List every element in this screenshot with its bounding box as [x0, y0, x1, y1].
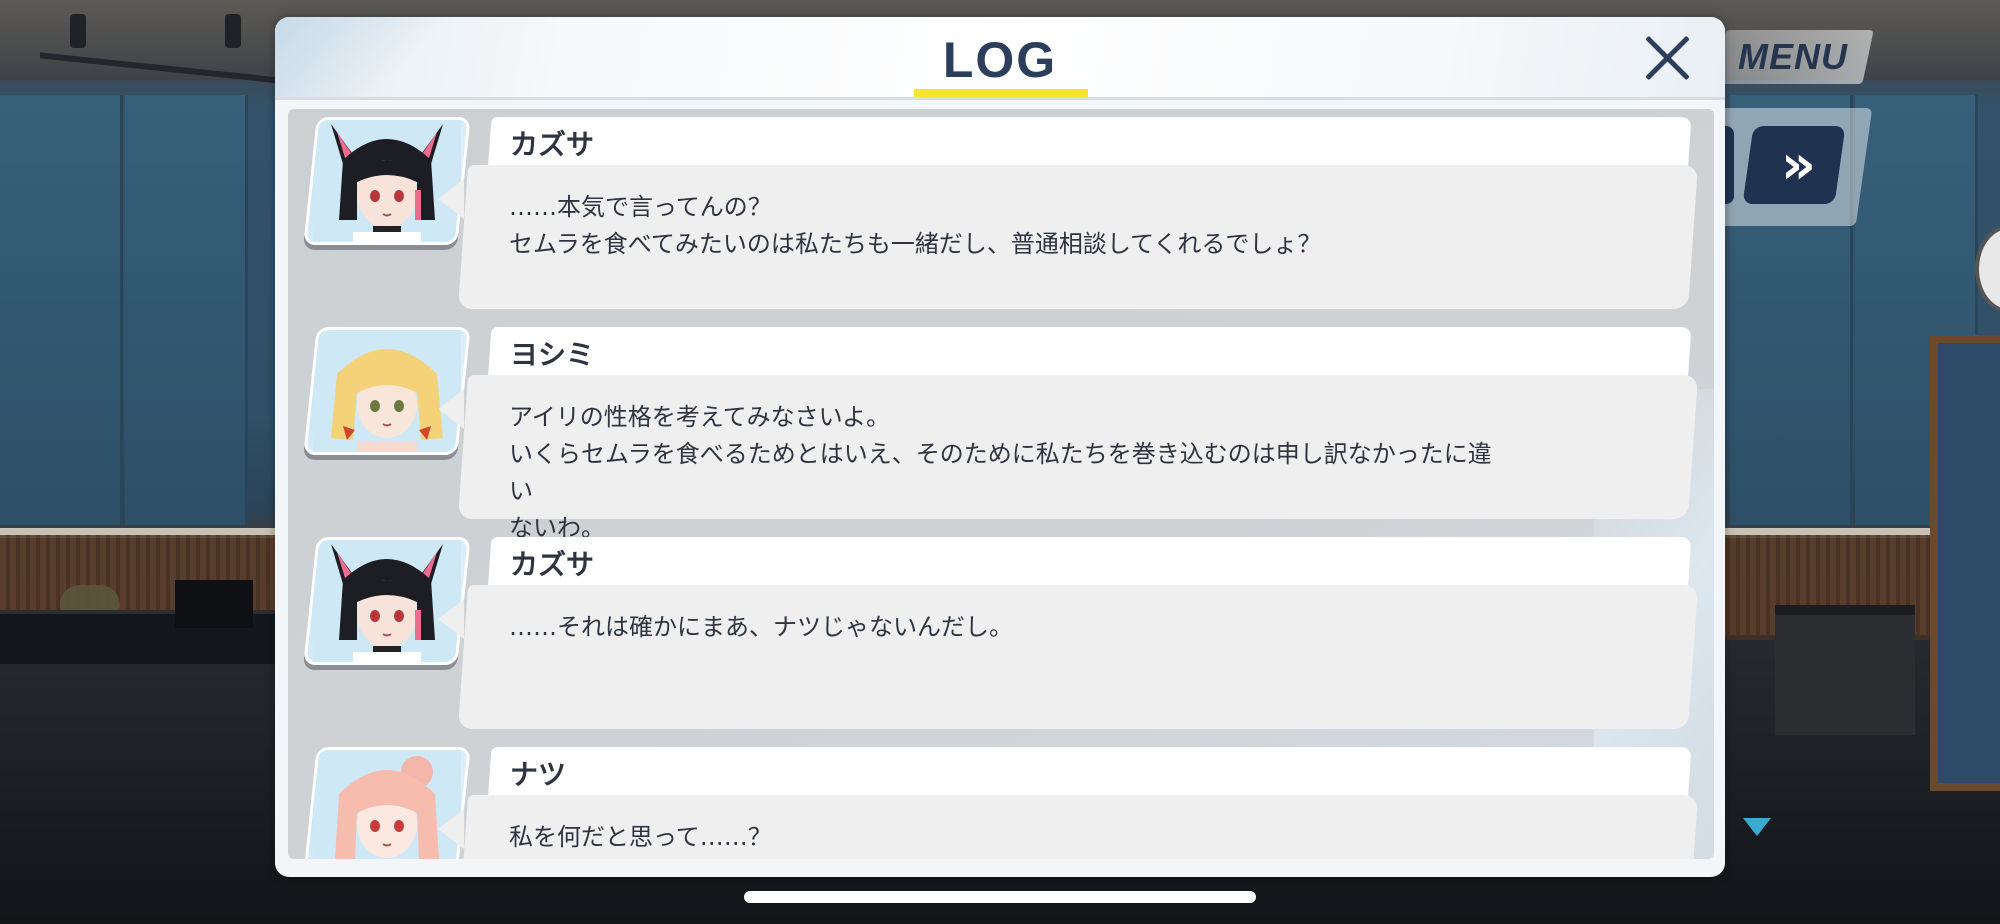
amplifier — [1775, 605, 1915, 735]
wall-clock — [1975, 225, 2000, 313]
title-underline — [914, 89, 1088, 97]
door — [1930, 335, 2000, 791]
speaker-name-box — [488, 327, 1692, 377]
fast-forward-button[interactable]: » — [1742, 126, 1846, 204]
speaker-name: ナツ — [510, 758, 567, 791]
speaker-name: ヨシミ — [510, 338, 595, 371]
speech-notch — [438, 179, 464, 219]
menu-button[interactable]: MENU — [1714, 30, 1874, 84]
log-list[interactable]: カズサ ……本気で言ってんの？ セムラを食べてみたいのは私たちも一緒だし、普通相… — [288, 109, 1714, 859]
message-box — [458, 585, 1699, 729]
speech-notch — [438, 599, 464, 639]
speaker-name-box — [488, 747, 1692, 797]
ceiling-lamp — [225, 14, 241, 48]
log-entry: カズサ ……それは確かにまあ、ナツじゃないんだし。 — [288, 529, 1714, 729]
home-indicator[interactable] — [744, 891, 1256, 903]
modal-header: LOG — [275, 17, 1725, 100]
speaker-name-box — [488, 537, 1692, 587]
speech-notch — [438, 809, 464, 849]
music-stand — [175, 580, 253, 628]
speaker-name: カズサ — [510, 548, 595, 581]
log-entry: カズサ ……本気で言ってんの？ セムラを食べてみたいのは私たちも一緒だし、普通相… — [288, 109, 1714, 309]
speech-notch — [438, 389, 464, 429]
message-text: アイリの性格を考えてみなさいよ。 いくらセムラを食べるためとはいえ、そのために私… — [509, 403, 1492, 542]
close-x-icon[interactable] — [1640, 31, 1694, 85]
message-text: ……それは確かにまあ、ナツじゃないんだし。 — [509, 613, 1013, 641]
ceiling-lamp — [70, 14, 86, 48]
triangle-down-icon — [1743, 818, 1771, 836]
wall-panel — [0, 95, 123, 525]
message-text: 私を何だと思って……？ — [509, 823, 772, 851]
speaker-name-box — [488, 117, 1692, 167]
log-entry: ナツ 私を何だと思って……？ — [288, 739, 1714, 859]
log-modal: LOG カズサ ……本気で言ってんの？ セムラを食べてみたいのは私たちも一緒だし… — [275, 17, 1725, 877]
log-entry: ヨシミ アイリの性格を考えてみなさいよ。 いくらセムラを食べるためとはいえ、その… — [288, 319, 1714, 542]
modal-title: LOG — [942, 32, 1058, 88]
fast-forward-icon: » — [1780, 133, 1808, 196]
wall-panel — [125, 95, 248, 525]
speaker-name: カズサ — [510, 128, 595, 161]
menu-label: MENU — [1738, 36, 1848, 77]
message-text: ……本気で言ってんの？ セムラを食べてみたいのは私たちも一緒だし、普通相談してく… — [509, 193, 1322, 258]
